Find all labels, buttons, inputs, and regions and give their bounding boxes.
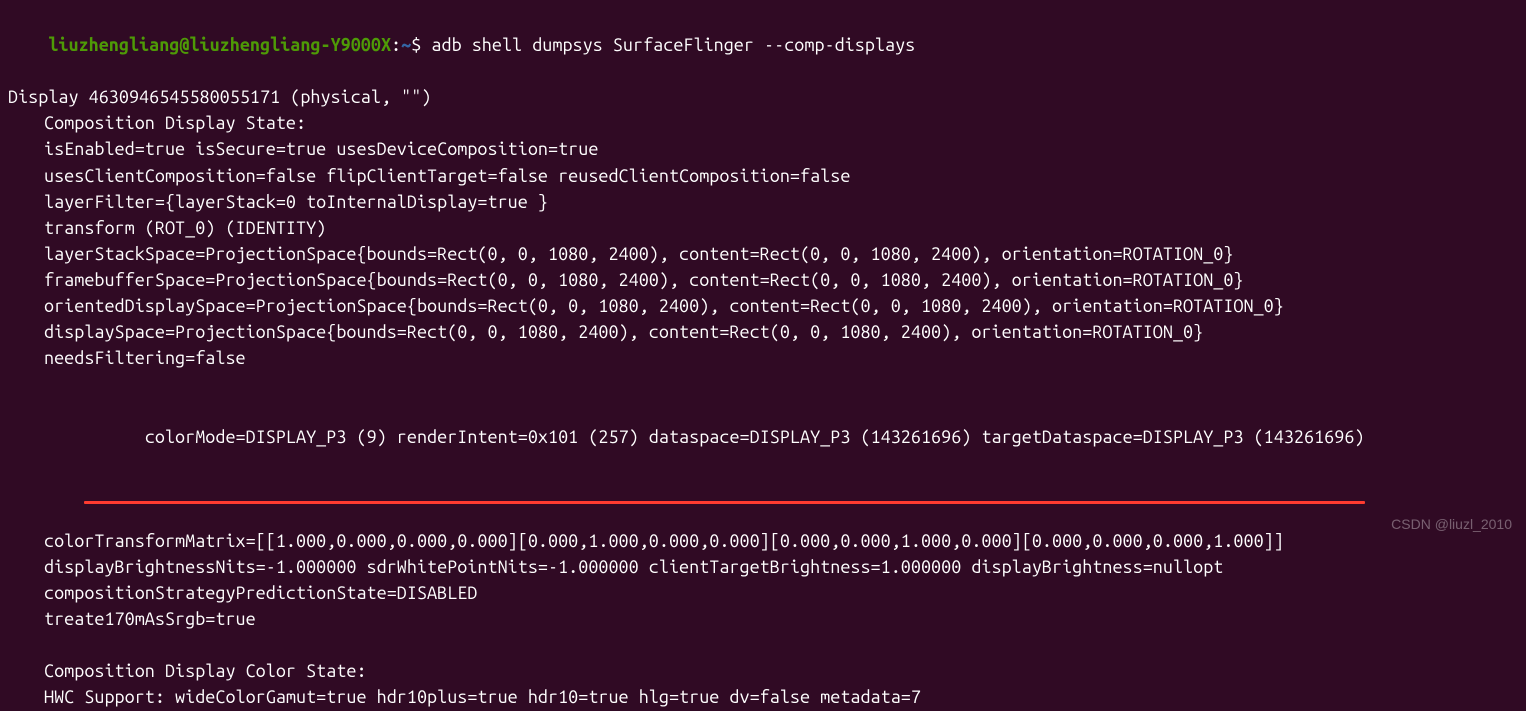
output-colortransform: colorTransformMatrix=[[1.000,0.000,0.000… [8,528,1518,554]
output-treate170m: treate170mAsSrgb=true [8,606,1518,632]
terminal[interactable]: liuzhengliang@liuzhengliang-Y9000X:~$ ad… [8,6,1518,711]
output-hwc: HWC Support: wideColorGamut=true hdr10pl… [8,684,1518,710]
output-section2-title: Composition Display Color State: [8,658,1518,684]
output-section1-title: Composition Display State: [8,110,1518,136]
output-colormode: colorMode=DISPLAY_P3 (9) renderIntent=0x… [145,427,1365,447]
output-displayspace: displaySpace=ProjectionSpace{bounds=Rect… [8,319,1518,345]
watermark: CSDN @liuzl_2010 [1391,514,1512,534]
output-compstrategy: compositionStrategyPredictionState=DISAB… [8,580,1518,606]
output-layerstackspace: layerStackSpace=ProjectionSpace{bounds=R… [8,241,1518,267]
output-transform: transform (ROT_0) (IDENTITY) [8,215,1518,241]
output-framebufferspace: framebufferSpace=ProjectionSpace{bounds=… [8,267,1518,293]
output-layerfilter: layerFilter={layerStack=0 toInternalDisp… [8,189,1518,215]
output-needsfiltering: needsFiltering=false [8,345,1518,371]
output-orienteddisplayspace: orientedDisplaySpace=ProjectionSpace{bou… [8,293,1518,319]
output-display-header: Display 4630946545580055171 (physical, "… [8,84,1518,110]
output-brightness: displayBrightnessNits=-1.000000 sdrWhite… [8,554,1518,580]
highlighted-colormode: colorMode=DISPLAY_P3 (9) renderIntent=0x… [84,397,1364,501]
output-enabled: isEnabled=true isSecure=true usesDeviceC… [8,136,1518,162]
prompt-line: liuzhengliang@liuzhengliang-Y9000X:~$ ad… [8,6,1518,84]
output-clientcomp: usesClientComposition=false flipClientTa… [8,163,1518,189]
prompt-symbol: $ [411,35,431,55]
prompt-colon: : [391,35,401,55]
blank-line [8,632,1518,658]
output-colormode-line: colorMode=DISPLAY_P3 (9) renderIntent=0x… [8,371,1518,528]
command-text: adb shell dumpsys SurfaceFlinger --comp-… [431,35,915,55]
red-underline-annotation [84,501,1364,504]
prompt-path: ~ [401,35,411,55]
prompt-user: liuzhengliang@liuzhengliang-Y9000X [48,35,391,55]
